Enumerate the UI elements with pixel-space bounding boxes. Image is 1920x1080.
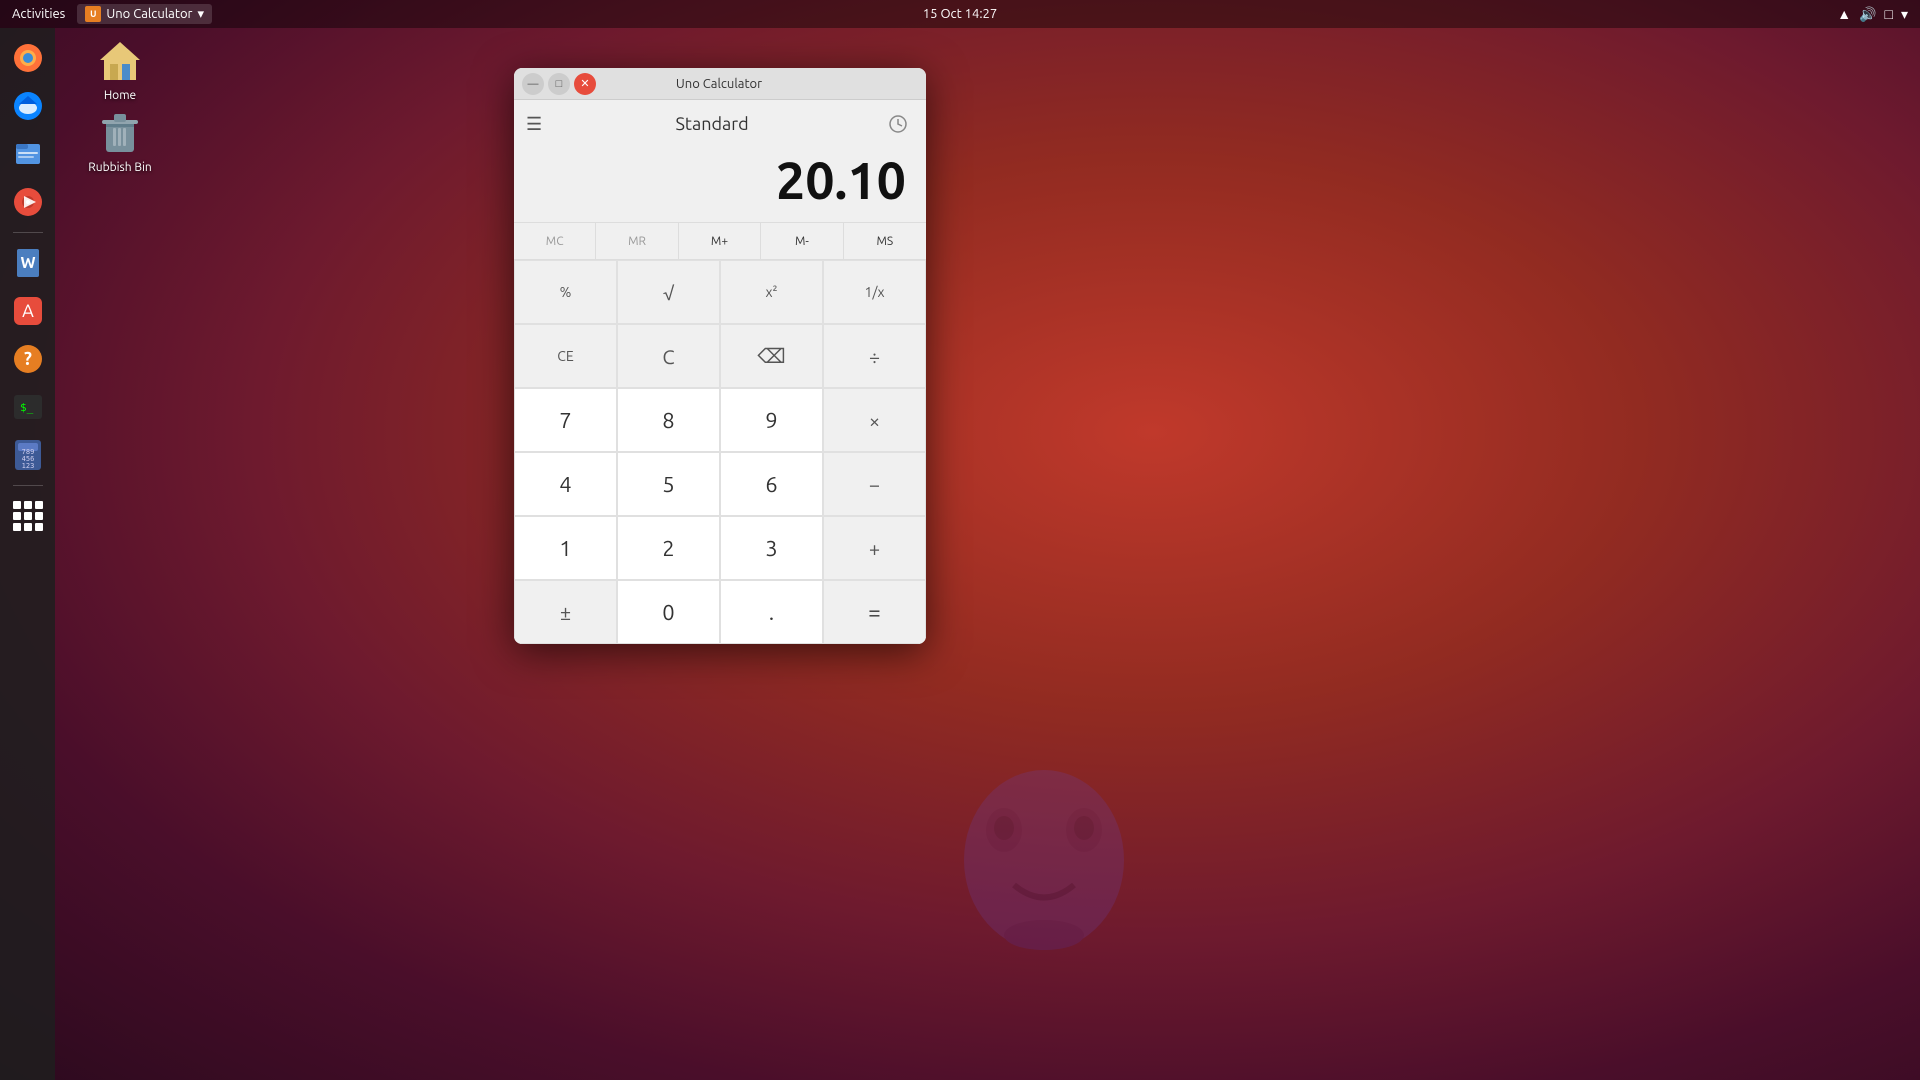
calculator-buttons: % √ x² 1/x CE C ⌫ ÷ 7 8 9 × 4 5 6 − 1 2 … [514, 260, 926, 644]
dock: W A ? $_ 789 456 123 [0, 28, 55, 1080]
minimize-button[interactable]: — [522, 73, 544, 95]
sqrt-button[interactable]: √ [617, 260, 720, 324]
app-indicator-label: Uno Calculator [106, 7, 192, 21]
memory-plus-button[interactable]: M+ [679, 223, 761, 259]
square-button[interactable]: x² [720, 260, 823, 324]
five-button[interactable]: 5 [617, 452, 720, 516]
percent-button[interactable]: % [514, 260, 617, 324]
close-button[interactable]: ✕ [574, 73, 596, 95]
dock-item-rhythmbox[interactable] [6, 180, 50, 224]
dock-item-libreoffice-writer[interactable]: W [6, 241, 50, 285]
dock-item-terminal[interactable]: $_ [6, 385, 50, 429]
history-button[interactable] [882, 108, 914, 140]
activities-button[interactable]: Activities [12, 7, 65, 21]
topbar-right: ▲ 🔊 □ ▾ [1837, 6, 1908, 23]
desktop-icon-rubbish-bin[interactable]: Rubbish Bin [75, 108, 165, 176]
zero-button[interactable]: 0 [617, 580, 720, 644]
trash-icon [96, 108, 144, 156]
memory-store-button[interactable]: MS [844, 223, 926, 259]
dock-item-show-apps[interactable] [6, 494, 50, 538]
dock-item-appstore[interactable]: A [6, 289, 50, 333]
seven-button[interactable]: 7 [514, 388, 617, 452]
calculator-header: ☰ Standard [514, 100, 926, 144]
calculator-body: ☰ Standard 20.10 MC MR M+ M- MS % √ [514, 100, 926, 644]
dock-item-files[interactable] [6, 132, 50, 176]
decimal-button[interactable]: . [720, 580, 823, 644]
screen-icon: □ [1885, 6, 1893, 22]
plusminus-button[interactable]: ± [514, 580, 617, 644]
memory-row: MC MR M+ M- MS [514, 222, 926, 260]
maximize-button[interactable]: □ [548, 73, 570, 95]
desktop-icon-home-label: Home [104, 88, 136, 104]
svg-text:W: W [20, 254, 35, 272]
svg-text:$_: $_ [20, 401, 34, 414]
three-button[interactable]: 3 [720, 516, 823, 580]
desktop-icon-rubbish-bin-label: Rubbish Bin [88, 160, 151, 176]
clear-button[interactable]: C [617, 324, 720, 388]
backspace-button[interactable]: ⌫ [720, 324, 823, 388]
clear-entry-button[interactable]: CE [514, 324, 617, 388]
calculator-titlebar: — □ ✕ Uno Calculator [514, 68, 926, 100]
titlebar-controls: — □ ✕ [522, 73, 596, 95]
memory-recall-button[interactable]: MR [596, 223, 678, 259]
svg-text:?: ? [24, 349, 32, 369]
calculator-mode: Standard [676, 114, 749, 134]
dock-item-help[interactable]: ? [6, 337, 50, 381]
nine-button[interactable]: 9 [720, 388, 823, 452]
topbar: Activities U Uno Calculator ▾ 15 Oct 14:… [0, 0, 1920, 28]
topbar-datetime: 15 Oct 14:27 [923, 7, 997, 21]
four-button[interactable]: 4 [514, 452, 617, 516]
six-button[interactable]: 6 [720, 452, 823, 516]
memory-minus-button[interactable]: M- [761, 223, 843, 259]
calculator-title: Uno Calculator [596, 77, 842, 91]
app-indicator-arrow: ▾ [197, 7, 204, 22]
calculator-window: — □ ✕ Uno Calculator ☰ Standard 20.10 MC [514, 68, 926, 644]
signal-icon: ▲ [1837, 6, 1851, 22]
eight-button[interactable]: 8 [617, 388, 720, 452]
calculator-display: 20.10 [514, 144, 926, 222]
subtract-button[interactable]: − [823, 452, 926, 516]
app-indicator-icon: U [85, 6, 101, 22]
divide-button[interactable]: ÷ [823, 324, 926, 388]
svg-text:123: 123 [21, 462, 34, 470]
ubuntu-mascot-watermark [904, 740, 1184, 1020]
topbar-left: Activities U Uno Calculator ▾ [12, 4, 212, 24]
equals-button[interactable]: = [823, 580, 926, 644]
one-button[interactable]: 1 [514, 516, 617, 580]
two-button[interactable]: 2 [617, 516, 720, 580]
dock-item-thunderbird[interactable] [6, 84, 50, 128]
svg-text:A: A [22, 301, 34, 321]
dock-separator-1 [13, 232, 43, 233]
multiply-button[interactable]: × [823, 388, 926, 452]
dock-item-calculator[interactable]: 789 456 123 [6, 433, 50, 477]
memory-clear-button[interactable]: MC [514, 223, 596, 259]
dock-separator-2 [13, 485, 43, 486]
app-indicator[interactable]: U Uno Calculator ▾ [77, 4, 212, 24]
chevron-down-icon[interactable]: ▾ [1901, 6, 1908, 23]
home-icon [96, 36, 144, 84]
dock-item-firefox[interactable] [6, 36, 50, 80]
history-icon [888, 114, 908, 134]
hamburger-menu-icon[interactable]: ☰ [526, 114, 542, 135]
volume-icon: 🔊 [1859, 6, 1876, 23]
add-button[interactable]: + [823, 516, 926, 580]
reciprocal-button[interactable]: 1/x [823, 260, 926, 324]
desktop-icon-home[interactable]: Home [75, 36, 165, 104]
calculator-result: 20.10 [534, 154, 906, 206]
